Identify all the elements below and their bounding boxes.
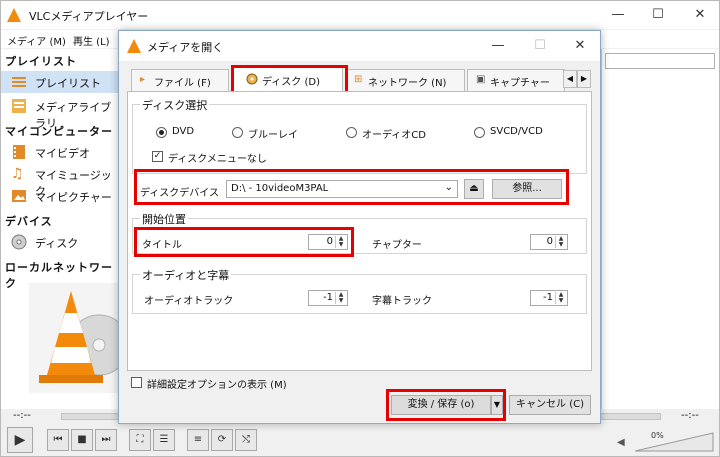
shuffle-icon[interactable]: ⤭ bbox=[235, 429, 257, 451]
radio-dvd[interactable] bbox=[156, 127, 167, 138]
section-devices: デバイス bbox=[5, 215, 53, 228]
playback-controls: ▶ ⏮ ■ ⏭ ⛶ ☰ ≡ ⟳ ⤭ ◀ 0% bbox=[1, 427, 719, 457]
fullscreen-icon[interactable]: ⛶ bbox=[129, 429, 151, 451]
tab-network[interactable]: ⊞ ネットワーク (N) bbox=[345, 69, 465, 91]
volume-slider[interactable] bbox=[635, 431, 715, 453]
subtitle-track-value: -1 bbox=[543, 292, 553, 303]
tab-capture[interactable]: ▣ キャプチャー bbox=[467, 69, 565, 91]
playlist-search-input[interactable] bbox=[605, 53, 715, 69]
vlc-window-title: VLCメディアプレイヤー bbox=[29, 10, 149, 23]
picture-icon bbox=[11, 188, 27, 204]
no-disc-menu-label: ディスクメニューなし bbox=[168, 154, 267, 165]
spin-arrows-icon[interactable]: ▲ ▼ bbox=[335, 292, 346, 304]
highlight-disc-device bbox=[134, 169, 569, 205]
vlc-cone-disc-art bbox=[39, 291, 130, 383]
radio-audio-cd-label: オーディオCD bbox=[362, 130, 426, 141]
minimize-icon[interactable]: — bbox=[609, 6, 627, 24]
next-icon[interactable]: ⏭ bbox=[95, 429, 117, 451]
play-icon[interactable]: ▶ bbox=[7, 427, 33, 453]
capture-icon: ▣ bbox=[476, 74, 486, 85]
tab-scroll-left-icon[interactable]: ◀ bbox=[563, 70, 577, 88]
start-position-title: 開始位置 bbox=[140, 211, 188, 227]
dialog-minimize-icon[interactable]: — bbox=[489, 37, 507, 55]
tab-file[interactable]: ▸ ファイル (F) bbox=[131, 69, 229, 91]
dialog-close-icon[interactable]: ✕ bbox=[571, 37, 589, 55]
film-icon bbox=[11, 144, 27, 160]
radio-svcd-vcd-label: SVCD/VCD bbox=[490, 126, 543, 137]
disc-selection-title: ディスク選択 bbox=[140, 97, 210, 113]
radio-svcd-vcd[interactable] bbox=[474, 127, 485, 138]
no-disc-menu-checkbox[interactable]: ✓ bbox=[152, 151, 163, 162]
elapsed-time: --:-- bbox=[13, 410, 31, 421]
subtitle-track-spinbox[interactable]: -1 ▲ ▼ bbox=[530, 290, 568, 306]
radio-bluray-label: ブルーレイ bbox=[248, 130, 298, 141]
music-note-icon: ♫ bbox=[11, 166, 24, 182]
vlc-cone-icon bbox=[7, 8, 21, 22]
playlist-pane bbox=[601, 49, 719, 409]
menu-media[interactable]: メディア (M) bbox=[7, 33, 66, 48]
dialog-titlebar: メディアを開く — ☐ ✕ bbox=[119, 31, 600, 61]
radio-bluray[interactable] bbox=[232, 127, 243, 138]
stop-icon[interactable]: ■ bbox=[71, 429, 93, 451]
extended-settings-icon[interactable]: ☰ bbox=[153, 429, 175, 451]
sidebar-item-label: プレイリスト bbox=[35, 77, 101, 90]
cancel-button[interactable]: キャンセル (C) bbox=[509, 395, 591, 415]
radio-audio-cd[interactable] bbox=[346, 127, 357, 138]
vlc-cone-icon bbox=[127, 39, 141, 53]
playlist-icon bbox=[11, 74, 27, 90]
sidebar-item-my-videos[interactable]: マイビデオ bbox=[9, 141, 119, 163]
previous-icon[interactable]: ⏮ bbox=[47, 429, 69, 451]
advanced-options-checkbox[interactable] bbox=[131, 377, 142, 388]
remaining-time: --:-- bbox=[681, 410, 699, 421]
network-icon: ⊞ bbox=[354, 74, 363, 85]
tab-label: キャプチャー bbox=[490, 78, 550, 89]
highlight-title bbox=[134, 227, 354, 257]
chapter-label: チャプター bbox=[372, 240, 422, 251]
disc-icon bbox=[11, 234, 27, 250]
sidebar-item-label: ディスク bbox=[35, 237, 79, 250]
spin-arrows-icon[interactable]: ▲ ▼ bbox=[555, 292, 566, 304]
close-icon[interactable]: ✕ bbox=[691, 6, 709, 24]
chapter-spinbox[interactable]: 0 ▲ ▼ bbox=[530, 234, 568, 250]
audio-track-label: オーディオトラック bbox=[144, 296, 234, 307]
vlc-titlebar: VLCメディアプレイヤー — ☐ ✕ bbox=[1, 1, 719, 29]
audio-track-value: -1 bbox=[323, 292, 333, 303]
tab-label: ネットワーク (N) bbox=[368, 78, 447, 89]
media-library-icon bbox=[11, 98, 27, 114]
sidebar-item-label: マイピクチャー bbox=[35, 191, 112, 204]
dialog-title: メディアを開く bbox=[147, 41, 224, 54]
sidebar-item-label: マイビデオ bbox=[35, 147, 90, 160]
volume-percent: 0% bbox=[651, 431, 664, 440]
highlight-convert-save bbox=[386, 389, 506, 421]
loop-icon[interactable]: ⟳ bbox=[211, 429, 233, 451]
advanced-options-label: 詳細設定オプションの表示 (M) bbox=[147, 380, 287, 391]
playlist-toggle-icon[interactable]: ≡ bbox=[187, 429, 209, 451]
sidebar-item-disc[interactable]: ディスク bbox=[9, 231, 119, 253]
subtitle-track-label: 字幕トラック bbox=[372, 296, 432, 307]
file-icon: ▸ bbox=[140, 74, 146, 85]
chapter-value: 0 bbox=[546, 236, 553, 247]
album-art bbox=[29, 283, 130, 393]
radio-dvd-label: DVD bbox=[172, 126, 195, 137]
sidebar-item-my-pictures[interactable]: マイピクチャー bbox=[9, 185, 119, 207]
disc-tab-panel: ディスク選択 DVD ブルーレイ オーディオCD SVCD/VCD ✓ ディスク… bbox=[127, 91, 592, 371]
menu-playback[interactable]: 再生 (L) bbox=[73, 33, 110, 48]
tab-scroll-right-icon[interactable]: ▶ bbox=[577, 70, 591, 88]
audio-subtitles-title: オーディオと字幕 bbox=[140, 267, 232, 283]
section-playlist: プレイリスト bbox=[5, 55, 77, 68]
maximize-icon[interactable]: ☐ bbox=[649, 6, 667, 24]
section-my-computer: マイコンピューター bbox=[5, 125, 113, 138]
open-media-dialog: メディアを開く — ☐ ✕ ▸ ファイル (F) ディスク (D) ⊞ ネットワ… bbox=[118, 30, 601, 424]
dialog-maximize-icon: ☐ bbox=[534, 38, 546, 53]
sidebar-item-media-library[interactable]: メディアライブラリ bbox=[9, 95, 119, 130]
tab-label: ファイル (F) bbox=[154, 78, 211, 89]
sidebar-item-my-music[interactable]: ♫ マイミュージック bbox=[9, 163, 119, 198]
spin-arrows-icon[interactable]: ▲ ▼ bbox=[555, 236, 566, 248]
speaker-icon[interactable]: ◀ bbox=[617, 437, 625, 448]
sidebar-item-playlist[interactable]: プレイリスト bbox=[1, 71, 121, 93]
audio-track-spinbox[interactable]: -1 ▲ ▼ bbox=[308, 290, 348, 306]
